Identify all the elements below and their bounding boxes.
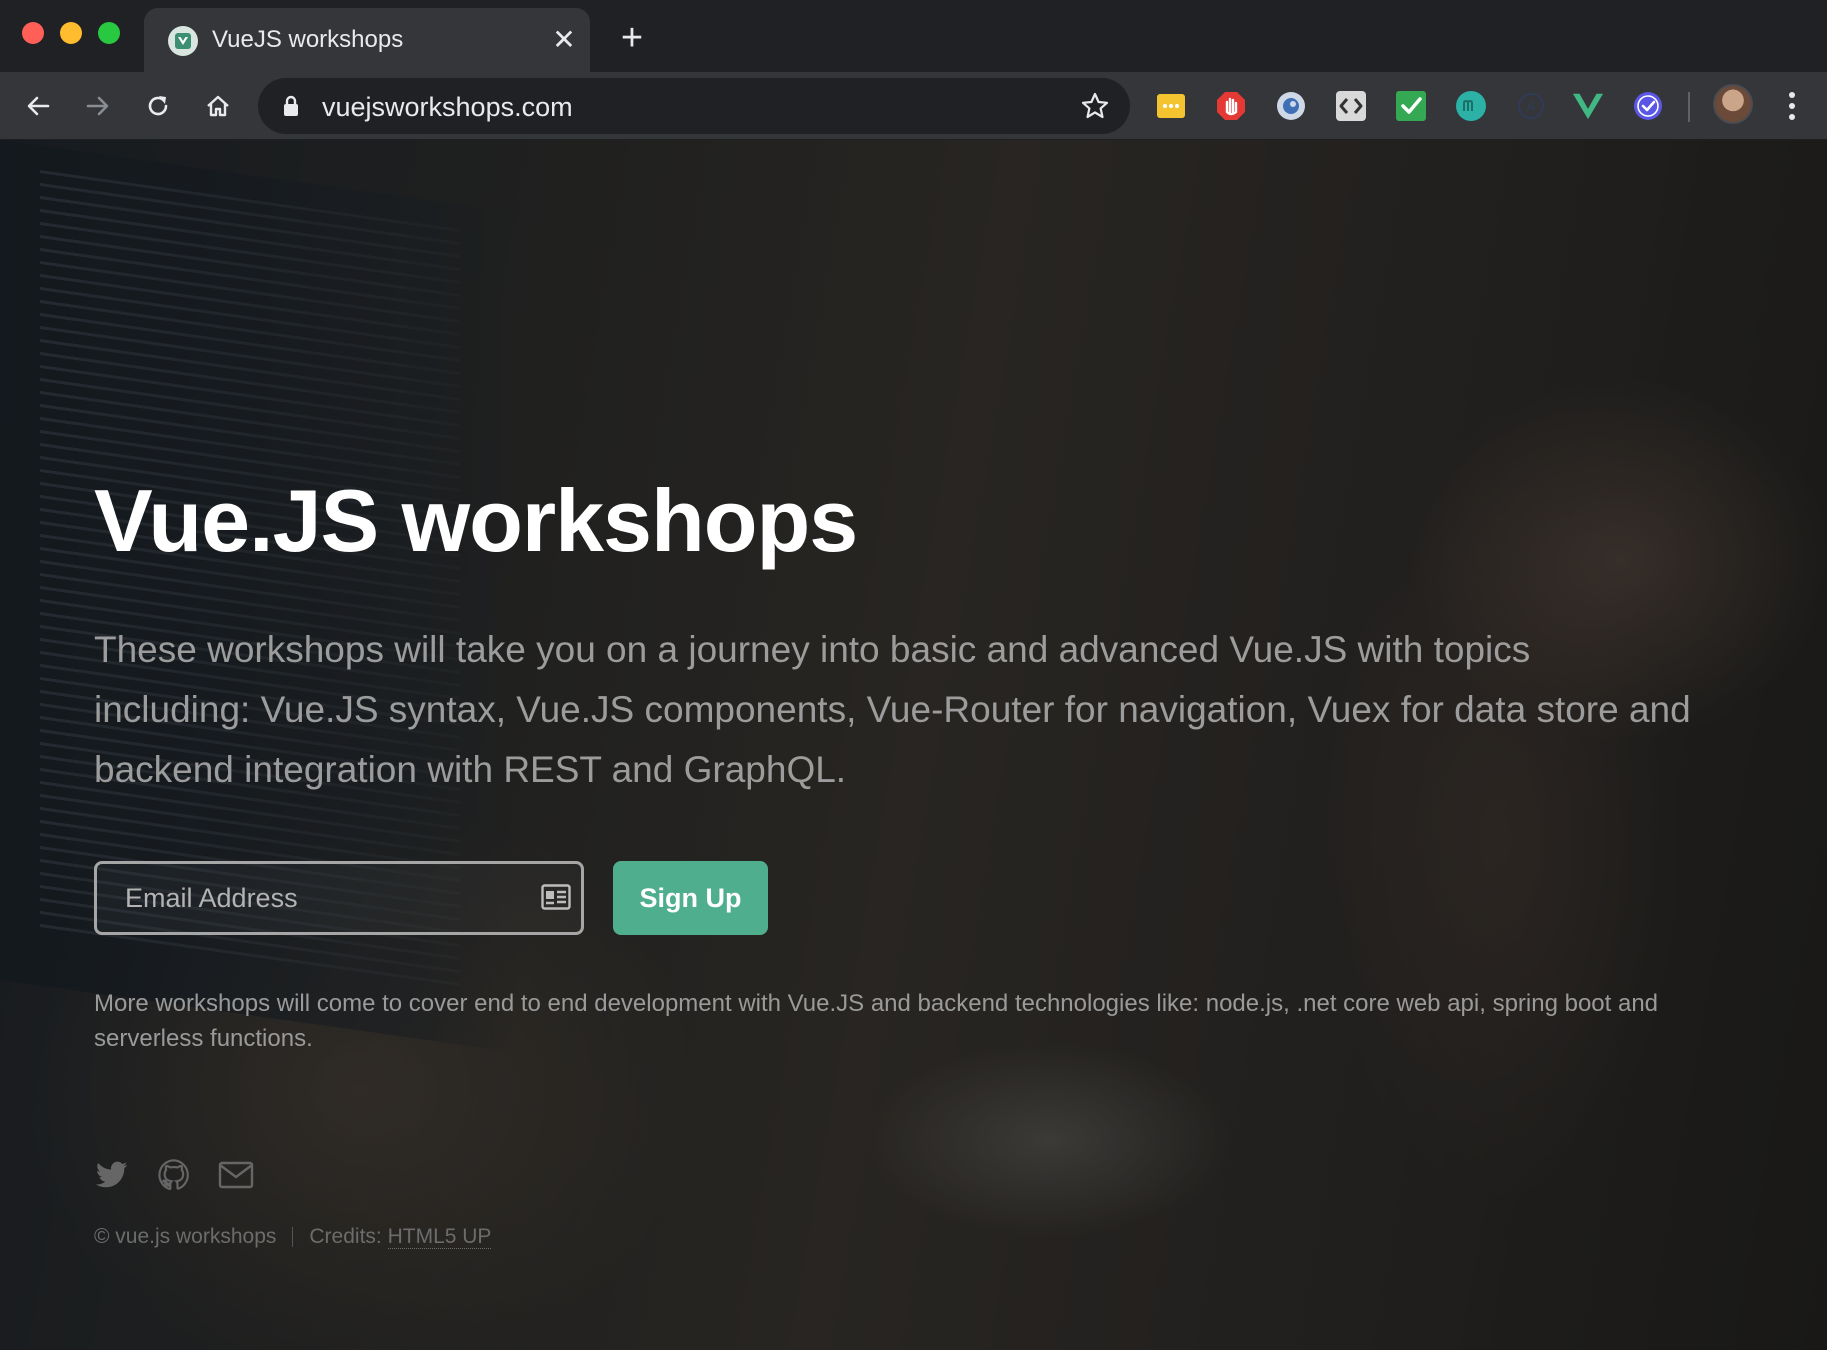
vue-devtools-extension-icon[interactable] [1572,90,1604,122]
credits-label: Credits: [309,1225,388,1248]
circle-extension-icon[interactable] [1275,90,1307,122]
email-field-wrapper [94,861,584,935]
email-field[interactable] [97,864,517,932]
footer-separator [292,1227,294,1248]
new-tab-button[interactable]: + [612,19,652,60]
reload-icon[interactable] [138,86,178,126]
forward-icon[interactable] [78,86,118,126]
address-bar[interactable]: vuejsworkshops.com [258,78,1130,134]
contact-card-icon [541,884,571,915]
profile-avatar[interactable] [1713,84,1753,124]
sign-up-button[interactable]: Sign Up [613,861,768,935]
sticky-notes-extension-icon[interactable] [1155,90,1187,122]
footer: © vue.js workshops Credits: HTML5 UP [94,1225,492,1249]
copyright-text: © vue.js workshops [94,1225,277,1248]
toolbar-divider [1688,92,1690,122]
tab-close-icon[interactable]: ✕ [548,24,580,56]
check-extension-icon[interactable] [1395,90,1427,122]
tab-title: VueJS workshops [212,26,404,53]
github-icon[interactable] [156,1157,192,1193]
intro-paragraph: These workshops will take you on a journ… [94,629,1691,790]
checkmark-badge-extension-icon[interactable] [1632,90,1664,122]
back-icon[interactable] [18,86,58,126]
tab-strip: VueJS workshops ✕ + [0,0,1827,72]
credits-link[interactable]: HTML5 UP [387,1225,492,1249]
teal-m-extension-icon[interactable] [1455,90,1487,122]
dark-a-extension-icon[interactable]: A [1515,90,1547,122]
maximize-window-button[interactable] [98,22,120,44]
adblock-extension-icon[interactable] [1215,90,1247,122]
browser-menu-icon[interactable] [1778,86,1806,126]
browser-tab[interactable]: VueJS workshops ✕ [144,8,590,72]
email-icon[interactable] [218,1157,254,1193]
home-icon[interactable] [198,86,238,126]
page-viewport: Vue.JS workshops These workshops will ta… [0,140,1827,1350]
page-title: Vue.JS workshops [94,471,858,570]
vue-favicon-icon [168,26,198,56]
browser-chrome: VueJS workshops ✕ + vuejsworkshops.com A [0,0,1827,140]
code-extension-icon[interactable] [1335,90,1367,122]
minimize-window-button[interactable] [60,22,82,44]
browser-toolbar: vuejsworkshops.com A [0,72,1827,140]
svg-text:A: A [1527,99,1536,114]
close-window-button[interactable] [22,22,44,44]
bookmark-star-icon[interactable] [1080,91,1110,126]
twitter-icon[interactable] [94,1157,130,1193]
more-workshops-text: More workshops will come to cover end to… [94,990,1659,1052]
url-text[interactable]: vuejsworkshops.com [322,92,573,123]
lock-icon[interactable] [282,94,300,123]
